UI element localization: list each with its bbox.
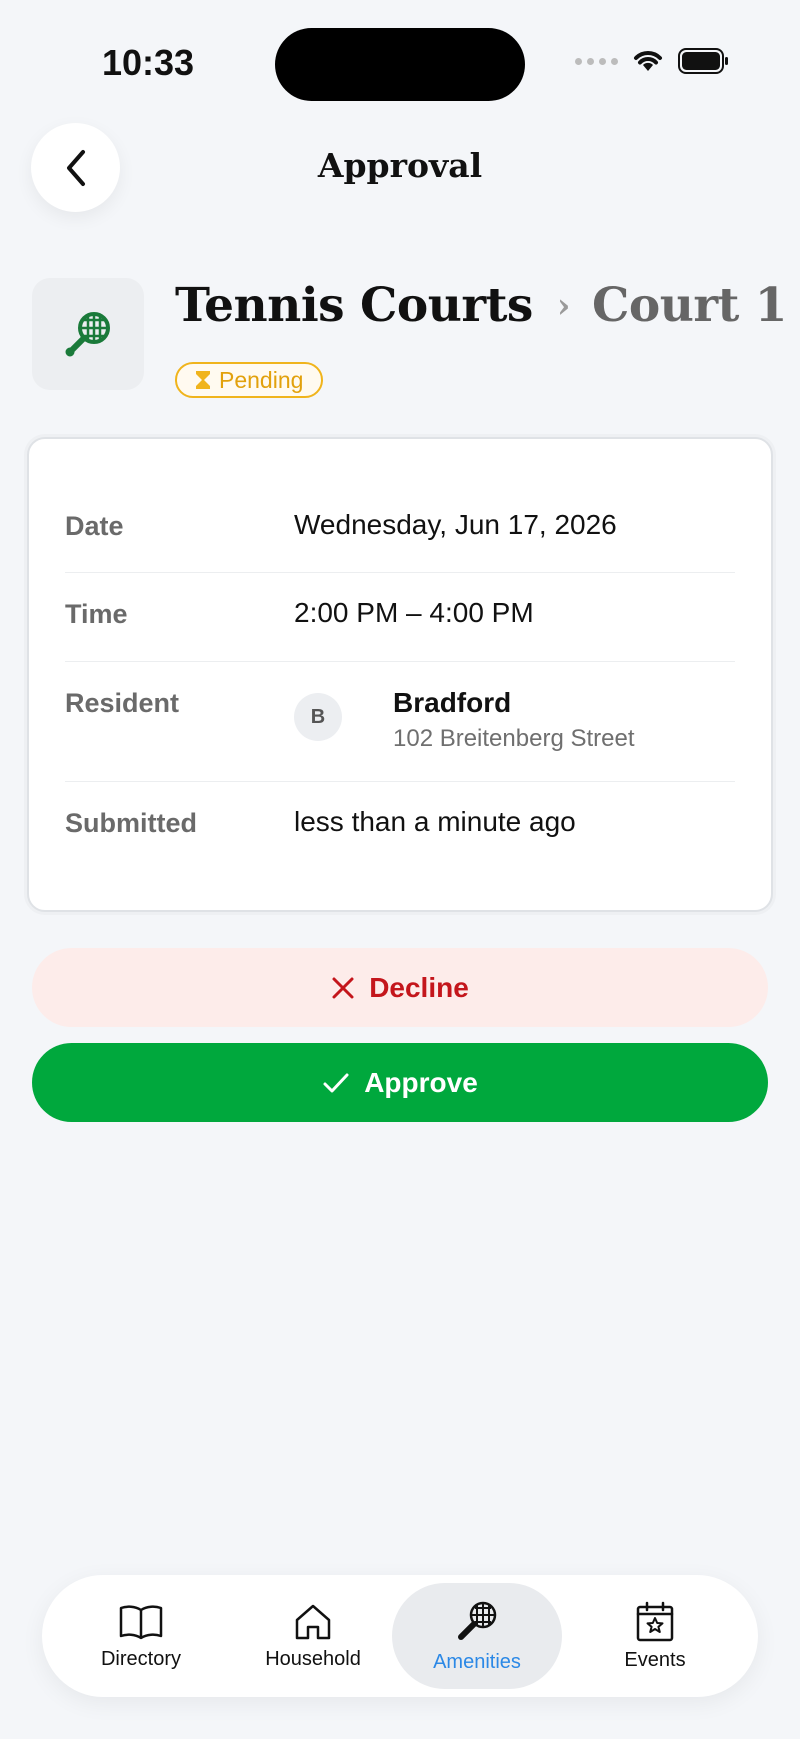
date-label: Date: [65, 511, 124, 541]
cellular-signal-icon: [575, 57, 618, 65]
tab-events[interactable]: Events: [570, 1583, 740, 1689]
resident-address: 102 Breitenberg Street: [393, 725, 635, 752]
approve-button[interactable]: Approve: [32, 1043, 768, 1122]
tab-label: Directory: [100, 1647, 181, 1670]
tab-bar: Directory Household Amenities Events: [42, 1575, 758, 1697]
dynamic-island: [275, 28, 525, 101]
time-row: Time 2:00 PM – 4:00 PM: [65, 572, 735, 662]
tennis-racket-icon: [65, 312, 110, 357]
status-badge-label: Pending: [219, 366, 304, 393]
page-title: Approval: [317, 146, 483, 185]
amenity-title: Tennis Courts › Court 1: [175, 278, 787, 333]
tab-directory[interactable]: Directory: [56, 1583, 226, 1689]
status-icons: [575, 48, 730, 74]
tab-label: Amenities: [433, 1650, 521, 1673]
time-label: Time: [65, 599, 128, 629]
court-name: Court 1: [591, 278, 787, 333]
submitted-row: Submitted less than a minute ago: [65, 781, 735, 871]
amenity-name: Tennis Courts: [175, 278, 533, 333]
approve-label: Approve: [364, 1066, 478, 1098]
date-value: Wednesday, Jun 17, 2026: [294, 509, 617, 540]
time-value: 2:00 PM – 4:00 PM: [294, 597, 534, 628]
house-icon: [295, 1604, 331, 1639]
status-time: 10:33: [102, 42, 195, 83]
submitted-label: Submitted: [65, 808, 197, 838]
resident-name: Bradford: [393, 687, 512, 718]
decline-button[interactable]: Decline: [32, 948, 768, 1027]
tennis-racket-icon: [458, 1601, 497, 1640]
resident-label: Resident: [65, 688, 180, 718]
checkmark-icon: [323, 1073, 349, 1092]
book-icon: [119, 1604, 163, 1639]
amenity-icon-tile: [32, 278, 144, 390]
battery-icon: [678, 48, 728, 74]
close-icon: [332, 977, 354, 998]
resident-row: Resident B Bradford 102 Breitenberg Stre…: [65, 661, 735, 782]
decline-label: Decline: [369, 971, 469, 1003]
booking-details-card: Date Wednesday, Jun 17, 2026 Time 2:00 P…: [27, 437, 773, 912]
wifi-icon: [634, 51, 662, 71]
avatar: B: [294, 693, 342, 741]
tab-label: Events: [624, 1648, 686, 1671]
tab-amenities[interactable]: Amenities: [392, 1583, 562, 1689]
tab-household[interactable]: Household: [228, 1583, 398, 1689]
calendar-star-icon: [636, 1601, 674, 1641]
tab-label: Household: [265, 1647, 361, 1670]
submitted-value: less than a minute ago: [294, 806, 576, 837]
date-row: Date Wednesday, Jun 17, 2026: [65, 439, 735, 573]
hourglass-icon: [196, 371, 210, 389]
status-badge: Pending: [175, 362, 324, 398]
breadcrumb-separator: ›: [556, 285, 571, 326]
